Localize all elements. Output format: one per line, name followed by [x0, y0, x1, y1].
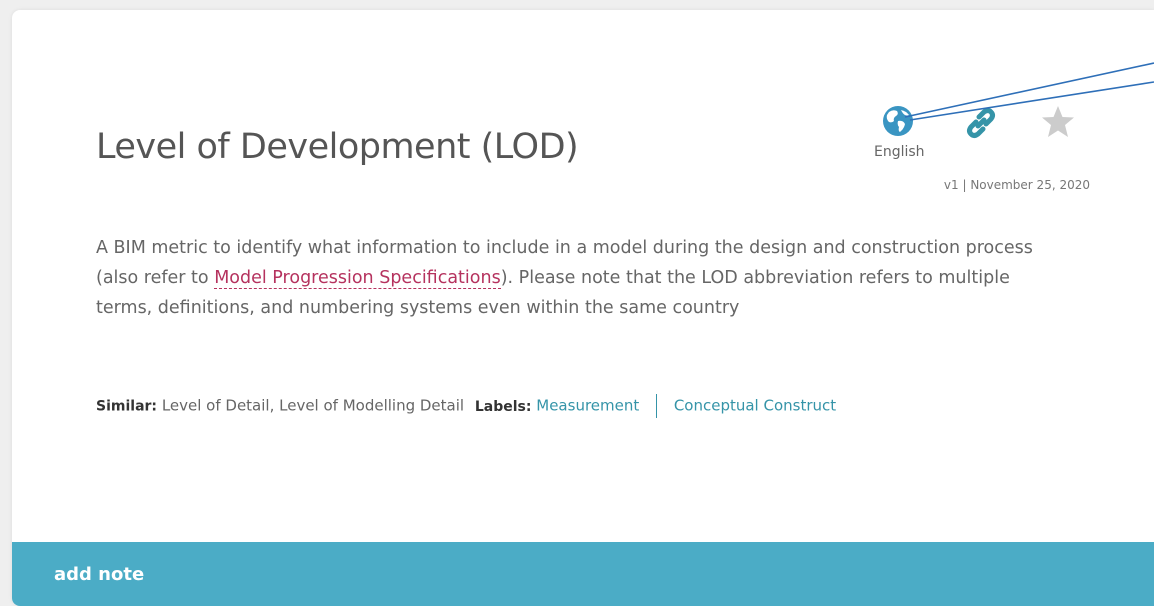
- term-definition: A BIM metric to identify what informatio…: [96, 233, 1066, 323]
- meta-row: Similar: Level of Detail, Level of Model…: [96, 394, 836, 418]
- link-icon[interactable]: [964, 106, 998, 140]
- language-label: English: [874, 144, 925, 160]
- labels-key: Labels:: [474, 398, 532, 415]
- term-title: Level of Development (LOD): [96, 127, 579, 167]
- star-icon[interactable]: [1040, 104, 1076, 140]
- globe-icon[interactable]: [882, 105, 914, 137]
- term-card: Level of Development (LOD) English v1 | …: [12, 10, 1154, 606]
- label-conceptual-construct[interactable]: Conceptual Construct: [674, 397, 836, 415]
- label-measurement[interactable]: Measurement: [536, 397, 639, 415]
- similar-key: Similar:: [96, 398, 158, 415]
- add-note-bar[interactable]: add note: [12, 542, 1154, 606]
- similar-terms: Level of Detail, Level of Modelling Deta…: [161, 396, 465, 415]
- model-progression-specifications-link[interactable]: Model Progression Specifications: [214, 268, 501, 289]
- label-divider: [656, 394, 658, 418]
- version-date: v1 | November 25, 2020: [943, 178, 1090, 192]
- add-note-button[interactable]: add note: [54, 564, 144, 585]
